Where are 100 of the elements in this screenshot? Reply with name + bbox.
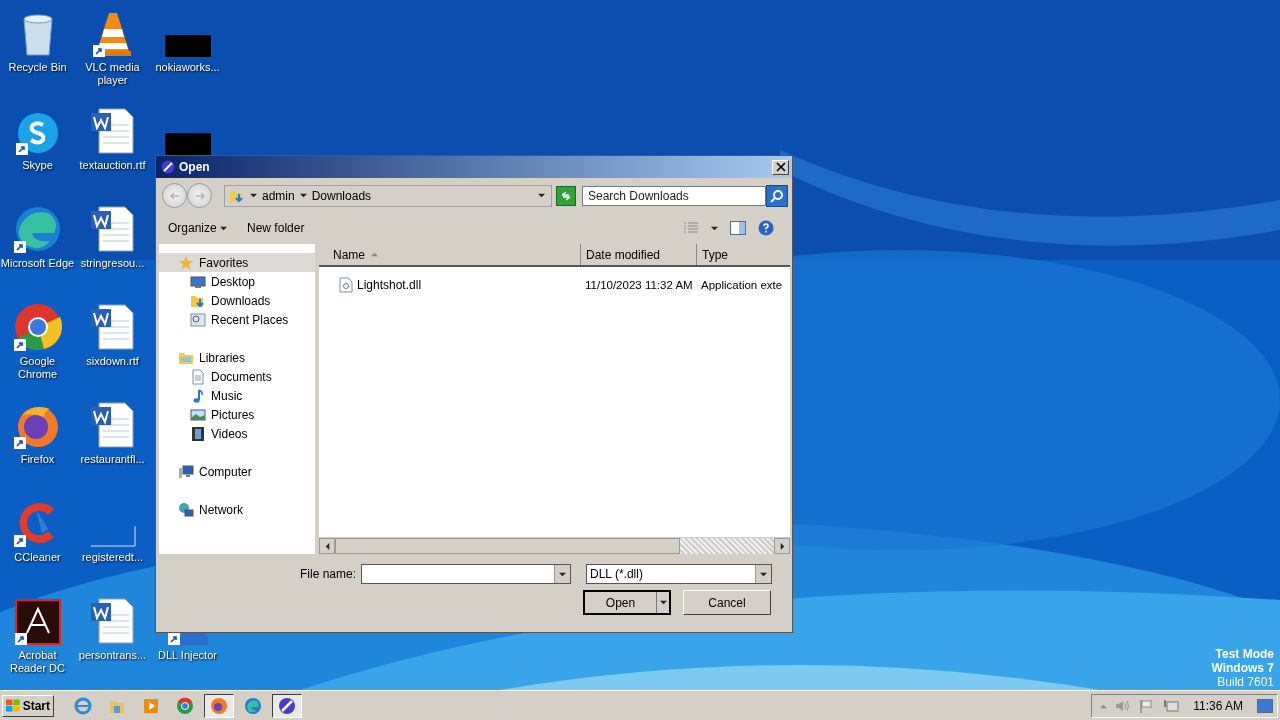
file-icon	[339, 277, 353, 293]
redacted-icon[interactable]	[164, 133, 211, 155]
os-notice-text: Build 7601	[1217, 675, 1274, 689]
close-button[interactable]	[772, 159, 789, 175]
clock[interactable]: 11:36 AM	[1193, 698, 1243, 713]
start-button[interactable]: Start	[2, 694, 54, 717]
skype-icon[interactable]	[15, 111, 60, 155]
flag-icon[interactable]	[1139, 698, 1156, 713]
nav-item[interactable]: Libraries	[159, 348, 315, 367]
nav-item[interactable]: Network	[159, 500, 315, 519]
nav-item[interactable]: Pictures	[159, 405, 315, 424]
cancel-button[interactable]: Cancel	[683, 590, 771, 615]
refresh-button[interactable]	[556, 185, 576, 206]
open-button[interactable]: Open	[583, 590, 671, 615]
desktop-icon-label[interactable]: DLL Injector	[158, 649, 217, 662]
desktop-icon-label[interactable]: Skype	[22, 159, 53, 172]
taskbar-app[interactable]	[204, 693, 234, 718]
taskbar-app[interactable]	[272, 693, 302, 718]
desktop-icon-label[interactable]: persontrans...	[78, 649, 147, 662]
nav-item[interactable]: Videos	[159, 424, 315, 443]
column-header[interactable]: Name	[319, 244, 581, 265]
desktop-icon-label[interactable]: VLC media player	[75, 61, 150, 87]
desktop-icon-label[interactable]: sixdown.rtf	[86, 355, 139, 368]
back-arrow-icon	[168, 189, 181, 202]
file-name[interactable]: Lightshot.dll	[357, 278, 422, 292]
address-bar[interactable]: admin Downloads	[224, 184, 552, 207]
computer-icon	[178, 463, 194, 480]
nav-item[interactable]: Desktop	[159, 272, 315, 291]
search-button[interactable]	[766, 184, 788, 207]
breadcrumb-item[interactable]: Downloads	[311, 188, 372, 203]
desktop-icon-label[interactable]: Firefox	[20, 453, 55, 466]
breadcrumb-item[interactable]: admin	[262, 188, 295, 203]
recent-places-icon	[190, 311, 206, 328]
preview-pane-icon[interactable]	[730, 221, 746, 235]
column-header[interactable]: Type	[697, 244, 790, 265]
nav-item[interactable]: Favorites	[159, 253, 315, 272]
edge-icon[interactable]	[13, 205, 62, 253]
table-cell: Application exte	[701, 279, 783, 291]
nav-item[interactable]: Computer	[159, 462, 315, 481]
desktop-icon-label[interactable]: stringresou...	[80, 257, 145, 270]
os-notice-text: Test Mode	[1215, 647, 1274, 661]
document-icon[interactable]	[88, 401, 137, 449]
caret-icon	[760, 570, 767, 578]
new-folder-button[interactable]: New folder	[243, 219, 309, 237]
organize-button[interactable]: Organize	[164, 219, 232, 237]
document-icon[interactable]	[88, 107, 137, 155]
caret-icon	[559, 570, 566, 578]
sort-arrow-icon	[371, 251, 378, 258]
nav-item[interactable]: Documents	[159, 367, 315, 386]
file-name-field[interactable]	[361, 564, 571, 584]
redacted-icon[interactable]	[164, 35, 211, 57]
desktop-icon-label[interactable]: Google Chrome	[0, 355, 75, 381]
acrobat-icon[interactable]	[14, 599, 61, 645]
caret-icon	[659, 599, 667, 606]
desktop-icon-label[interactable]: textauction.rtf	[79, 159, 146, 172]
pen-icon	[161, 160, 175, 174]
windows-logo-icon	[6, 698, 21, 713]
refresh-arrows-icon	[560, 189, 572, 202]
document-icon	[190, 368, 206, 385]
desktop-icon-label[interactable]: nokiaworks...	[155, 61, 220, 74]
browser-e-icon	[74, 696, 92, 715]
play-icon	[142, 696, 160, 715]
help-icon[interactable]	[758, 220, 774, 236]
scroll-arrow-icon	[323, 542, 331, 550]
chrome-icon[interactable]	[13, 303, 62, 351]
nav-item[interactable]: Recent Places	[159, 310, 315, 329]
column-header[interactable]: Date modified	[581, 244, 697, 265]
search-icon	[770, 188, 784, 203]
caret-icon[interactable]	[250, 192, 257, 199]
network-icon	[178, 501, 194, 518]
star-icon	[178, 254, 194, 271]
horizontal-scrollbar[interactable]	[319, 537, 790, 554]
desktop-icon-label[interactable]: CCleaner	[14, 551, 61, 564]
desktop-icon-label[interactable]: Microsoft Edge	[0, 257, 75, 270]
search-field[interactable]: Search Downloads	[582, 185, 766, 206]
os-notice-text: Windows 7	[1211, 661, 1274, 675]
desktop-icon-label[interactable]: registeredt...	[81, 551, 144, 564]
nav-item[interactable]: Downloads	[159, 291, 315, 310]
document-icon[interactable]	[88, 205, 137, 253]
network-icon[interactable]	[1163, 698, 1180, 713]
film-icon	[190, 425, 206, 442]
caret-icon[interactable]	[711, 224, 718, 232]
show-desktop-icon[interactable]	[1257, 698, 1273, 713]
scroll-arrow-icon	[778, 542, 786, 550]
caret-icon[interactable]	[538, 192, 545, 199]
document-icon[interactable]	[88, 597, 137, 645]
desktop-icon-label[interactable]: Acrobat Reader DC	[0, 649, 75, 675]
chrome-icon	[176, 696, 194, 715]
picture-frame-icon	[190, 406, 206, 423]
caret-icon[interactable]	[299, 192, 307, 199]
document-icon[interactable]	[88, 303, 137, 351]
monitor-icon	[190, 273, 206, 290]
window-title: Open	[179, 160, 211, 174]
file-type-dropdown[interactable]: DLL (*.dll)	[586, 564, 772, 584]
sort-arrow-icon	[1100, 702, 1108, 710]
desktop-icon-label[interactable]: Recycle Bin	[8, 61, 67, 74]
desktop-icon-label[interactable]: restaurantfl...	[80, 453, 145, 466]
nav-item[interactable]: Music	[159, 386, 315, 405]
caret-icon	[220, 225, 228, 232]
pen-icon	[278, 696, 296, 715]
